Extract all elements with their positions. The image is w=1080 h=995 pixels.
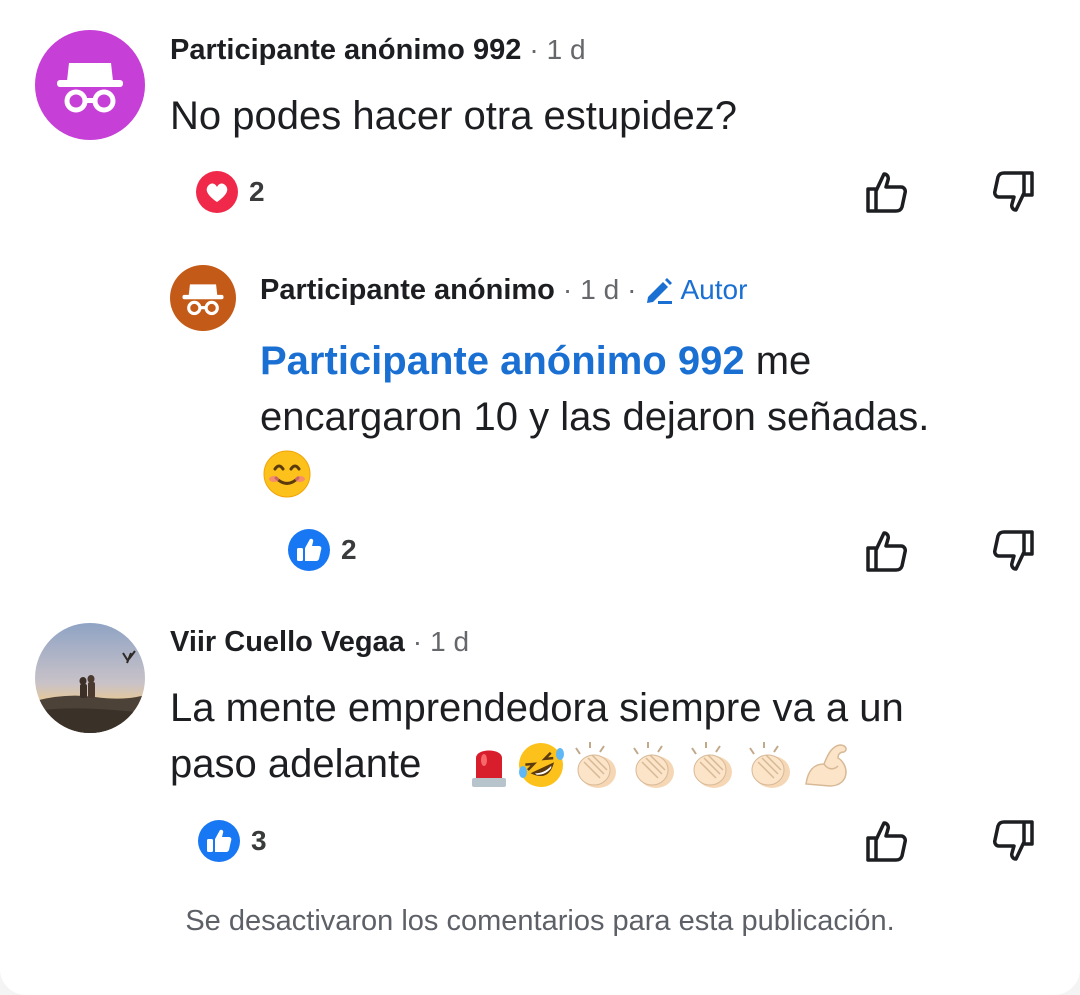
upvote-button[interactable] <box>860 525 912 577</box>
rolling-laughing-emoji-icon <box>519 743 564 787</box>
comment-text: No podes hacer otra estupidez? <box>170 94 738 138</box>
author-badge-label: Autor <box>680 274 748 305</box>
thumbs-down-outline-icon <box>993 530 1034 571</box>
clapping-hands-emoji-icon <box>575 742 616 788</box>
thumbs-up-outline-icon <box>866 821 907 862</box>
comment-text-line: paso adelante <box>170 742 422 786</box>
thumbs-up-reaction-icon <box>288 529 330 571</box>
comment-time[interactable]: 1 d <box>580 274 619 306</box>
comment-text-line: encargaron 10 y las dejaron señadas. <box>260 395 930 439</box>
author-badge: Autor <box>644 274 747 306</box>
separator-dot: · <box>412 626 423 657</box>
thumbs-up-outline-icon <box>866 172 907 213</box>
user-avatar[interactable] <box>35 623 145 733</box>
comments-panel: Participante anónimo 992 · 1 d No podes … <box>0 0 1080 995</box>
comment-meta: Viir Cuello Vegaa · 1 d <box>170 622 469 662</box>
user-photo <box>35 623 145 733</box>
flexed-biceps-emoji-icon <box>805 744 847 787</box>
pencil-icon <box>647 278 673 304</box>
comments-disabled-notice: Se desactivaron los comentarios para est… <box>185 905 895 937</box>
author-name[interactable]: Viir Cuello Vegaa <box>170 626 405 659</box>
heart-reaction-icon <box>196 171 238 213</box>
comment-text-part: me <box>744 339 812 383</box>
comment-meta: Participante anónimo · 1 d · Autor <box>260 270 747 310</box>
reaction-count: 3 <box>251 825 267 856</box>
smiling-face-emoji-icon <box>263 450 311 498</box>
reaction-summary[interactable]: 2 <box>287 528 357 572</box>
author-name[interactable]: Participante anónimo 992 <box>170 34 521 67</box>
anonymous-avatar[interactable] <box>170 265 236 331</box>
comment-time[interactable]: 1 d <box>547 34 586 66</box>
mention-link[interactable]: Participante anónimo 992 <box>260 339 745 383</box>
reaction-summary[interactable]: 2 <box>195 170 265 214</box>
thumbs-down-outline-icon <box>993 171 1034 212</box>
clapping-hands-emoji-icon <box>691 742 732 788</box>
comment-time[interactable]: 1 d <box>430 626 469 658</box>
thumbs-up-reaction-icon <box>198 820 240 862</box>
clapping-hands-emoji-icon <box>749 742 790 788</box>
comment-3: Viir Cuello Vegaa · 1 d La mente emprend… <box>0 600 1080 890</box>
incognito-icon <box>57 63 123 113</box>
separator-dot: · <box>529 34 539 65</box>
emoji-sequence <box>466 740 856 790</box>
comment-text: Participante anónimo 992 me encargaron 1… <box>260 333 1060 501</box>
incognito-icon <box>182 284 224 316</box>
clapping-hands-emoji-icon <box>633 742 674 788</box>
separator-dot: · <box>562 274 573 305</box>
downvote-button[interactable] <box>988 166 1040 218</box>
thumbs-down-outline-icon <box>993 820 1034 861</box>
comment-reply: Participante anónimo · 1 d · Autor Parti… <box>0 240 1080 600</box>
upvote-button[interactable] <box>860 166 912 218</box>
downvote-button[interactable] <box>988 525 1040 577</box>
anonymous-avatar[interactable] <box>35 30 145 140</box>
upvote-button[interactable] <box>860 815 912 867</box>
downvote-button[interactable] <box>988 815 1040 867</box>
thumbs-up-outline-icon <box>866 531 907 572</box>
comment-1: Participante anónimo 992 · 1 d No podes … <box>0 0 1080 240</box>
comment-text: La mente emprendedora siempre va a un pa… <box>170 680 1050 792</box>
reaction-count: 2 <box>249 176 265 207</box>
separator-dot: · <box>627 274 637 305</box>
reaction-summary[interactable]: 3 <box>197 819 267 863</box>
comment-meta: Participante anónimo 992 · 1 d <box>170 30 586 70</box>
police-light-emoji-icon <box>472 750 506 787</box>
comment-text-line: La mente emprendedora siempre va a un <box>170 686 904 730</box>
reaction-count: 2 <box>341 534 357 565</box>
author-name[interactable]: Participante anónimo <box>260 274 555 307</box>
